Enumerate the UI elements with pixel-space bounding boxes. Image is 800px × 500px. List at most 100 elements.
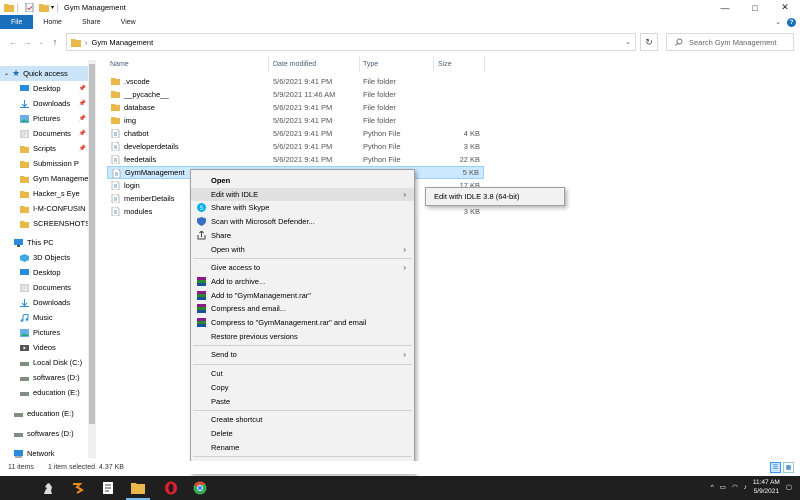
large-icons-view-button[interactable]: ▦ (783, 462, 794, 473)
menu-item-create-shortcut[interactable]: Create shortcut (191, 413, 414, 426)
recent-locations-icon[interactable]: ⌄ (34, 39, 48, 46)
battery-icon[interactable]: ▭ (720, 483, 726, 491)
sidebar-item-softwares-d[interactable]: softwares (D:) (0, 370, 88, 385)
volume-icon[interactable]: ♪ (744, 484, 747, 491)
column-divider[interactable] (433, 56, 434, 72)
file-row-pycache[interactable]: __pycache__ 5/9/2021 11:46 AM File folder (107, 88, 484, 101)
tab-view[interactable]: View (111, 15, 146, 29)
column-header-type[interactable]: Type (363, 58, 378, 70)
sidebar-item-hacker-s-eye[interactable]: Hacker_s Eye (0, 186, 88, 201)
close-button[interactable]: ✕ (770, 0, 800, 15)
menu-item-rename[interactable]: Rename (191, 441, 414, 454)
file-row-database[interactable]: database 5/6/2021 9:41 PM File folder (107, 101, 484, 114)
new-folder-icon[interactable] (39, 3, 49, 12)
menu-item-edit-with-idle-38[interactable]: Edit with IDLE 3.8 (64-bit) (434, 192, 519, 201)
nav-this-pc[interactable]: This PC (0, 235, 88, 250)
scrollbar-thumb[interactable] (89, 64, 95, 424)
address-dropdown-icon[interactable]: ⌄ (625, 38, 631, 46)
nav-scrollbar[interactable] (88, 60, 96, 458)
maximize-button[interactable]: □ (740, 0, 770, 15)
menu-item-copy[interactable]: Copy (191, 381, 414, 394)
properties-icon[interactable] (25, 3, 35, 12)
tab-home[interactable]: Home (33, 15, 72, 29)
sidebar-item-videos[interactable]: Videos (0, 340, 88, 355)
sidebar-item-screenshots[interactable]: SCREENSHOTS (0, 216, 90, 231)
sidebar-item-3d-objects[interactable]: 3D Objects (0, 250, 88, 265)
menu-item-share[interactable]: Share (191, 229, 414, 242)
menu-item-compress-to-gymmanagement-rar-and-email[interactable]: Compress to "GymManagement.rar" and emai… (191, 316, 414, 329)
file-explorer-taskbar-button[interactable] (130, 480, 146, 496)
app-icon[interactable] (70, 480, 86, 496)
sidebar-item-pictures[interactable]: Pictures (0, 325, 88, 340)
search-input[interactable]: Search Gym Management (666, 33, 794, 51)
menu-item-scan-with-microsoft-defender[interactable]: Scan with Microsoft Defender... (191, 215, 414, 228)
sidebar-item-downloads[interactable]: Downloads 📌 (0, 96, 88, 111)
sidebar-item-music[interactable]: Music (0, 310, 88, 325)
column-divider[interactable] (359, 56, 360, 72)
forward-arrow-icon[interactable]: → (20, 37, 34, 47)
menu-item-cut[interactable]: Cut (191, 367, 414, 380)
column-header-size[interactable]: Size (438, 58, 452, 70)
minimize-button[interactable]: — (710, 0, 740, 15)
sidebar-item-gym-manageme[interactable]: Gym Manageme (0, 171, 88, 186)
file-name: feedetails (124, 155, 157, 164)
menu-item-give-access-to[interactable]: Give access to › (191, 261, 414, 274)
chevron-down-icon[interactable]: ⌄ (4, 70, 9, 77)
refresh-button[interactable]: ↻ (640, 33, 658, 51)
column-header-name[interactable]: Name (110, 58, 129, 70)
sidebar-item-desktop[interactable]: Desktop (0, 265, 88, 280)
sidebar-item-education-e[interactable]: education (E:) (0, 385, 88, 400)
column-divider[interactable] (484, 56, 485, 72)
menu-item-add-to-gymmanagement-rar[interactable]: Add to "GymManagement.rar" (191, 289, 414, 302)
tab-share[interactable]: Share (72, 15, 111, 29)
file-row-img[interactable]: img 5/6/2021 9:41 PM File folder (107, 114, 484, 127)
notifications-icon[interactable]: ▢ (786, 483, 792, 491)
menu-item-restore-previous-versions[interactable]: Restore previous versions (191, 330, 414, 343)
expand-ribbon-icon[interactable]: ⌄ (775, 18, 781, 26)
clock[interactable]: 11:47 AM 5/9/2021 (753, 478, 780, 496)
sidebar-item-pictures[interactable]: Pictures 📌 (0, 111, 88, 126)
show-hidden-icons-icon[interactable]: ^ (711, 484, 714, 491)
sidebar-item-documents[interactable]: Documents (0, 280, 88, 295)
sidebar-item-softwares-d[interactable]: softwares (D:) (0, 426, 88, 441)
menu-item-open[interactable]: Open (191, 174, 414, 187)
menu-item-open-with[interactable]: Open with › (191, 243, 414, 256)
menu-item-compress-and-email[interactable]: Compress and email... (191, 302, 414, 315)
drive-icon (20, 361, 29, 366)
sidebar-item-scripts[interactable]: Scripts 📌 (0, 141, 88, 156)
column-divider[interactable] (268, 56, 269, 72)
file-row-feedetails[interactable]: feedetails 5/6/2021 9:41 PM Python File 22 … (107, 153, 484, 166)
sidebar-item-i-m-confusin[interactable]: I-M-CONFUSIN (0, 201, 88, 216)
details-view-button[interactable]: ☰ (770, 462, 781, 473)
menu-item-share-with-skype[interactable]: S Share with Skype (191, 201, 414, 214)
help-icon[interactable]: ? (787, 17, 796, 27)
menu-item-add-to-archive[interactable]: Add to archive... (191, 275, 414, 288)
file-row-vscode[interactable]: .vscode 5/6/2021 9:41 PM File folder (107, 75, 484, 88)
menu-item-send-to[interactable]: Send to › (191, 348, 414, 361)
up-arrow-icon[interactable]: ↑ (48, 37, 62, 47)
sidebar-item-downloads[interactable]: Downloads (0, 295, 88, 310)
sidebar-item-documents[interactable]: Documents 📌 (0, 126, 88, 141)
column-header-date[interactable]: Date modified (273, 58, 316, 70)
menu-item-edit-with-idle[interactable]: Edit with IDLE › (191, 187, 414, 201)
nav-network[interactable]: Network (0, 446, 88, 458)
app-icon[interactable] (100, 480, 116, 496)
tab-file[interactable]: File (0, 15, 34, 29)
address-field[interactable]: › Gym Management ⌄ (66, 33, 636, 51)
app-icon[interactable] (40, 480, 56, 496)
opera-taskbar-button[interactable] (163, 480, 179, 496)
sidebar-item-education-e[interactable]: education (E:) (0, 406, 88, 421)
menu-item-paste[interactable]: Paste (191, 395, 414, 408)
file-row-developerdetails[interactable]: developerdetails 5/6/2021 9:41 PM Python F… (107, 140, 484, 153)
menu-item-delete[interactable]: Delete (191, 427, 414, 440)
sidebar-item-desktop[interactable]: Desktop 📌 (0, 81, 88, 96)
nav-quick-access[interactable]: ⌄ ★ Quick access (0, 66, 88, 81)
address-path[interactable]: Gym Management (92, 38, 154, 47)
wifi-icon[interactable]: ◠ (732, 483, 738, 491)
sidebar-item-local-disk-c[interactable]: Local Disk (C:) (0, 355, 88, 370)
back-arrow-icon[interactable]: ← (6, 37, 20, 47)
sidebar-item-submission-p[interactable]: Submission P (0, 156, 88, 171)
chrome-taskbar-button[interactable] (192, 480, 208, 496)
quick-access-dropdown-icon[interactable]: ▾ (51, 4, 54, 11)
file-row-chatbot[interactable]: chatbot 5/6/2021 9:41 PM Python File 4 KB (107, 127, 484, 140)
